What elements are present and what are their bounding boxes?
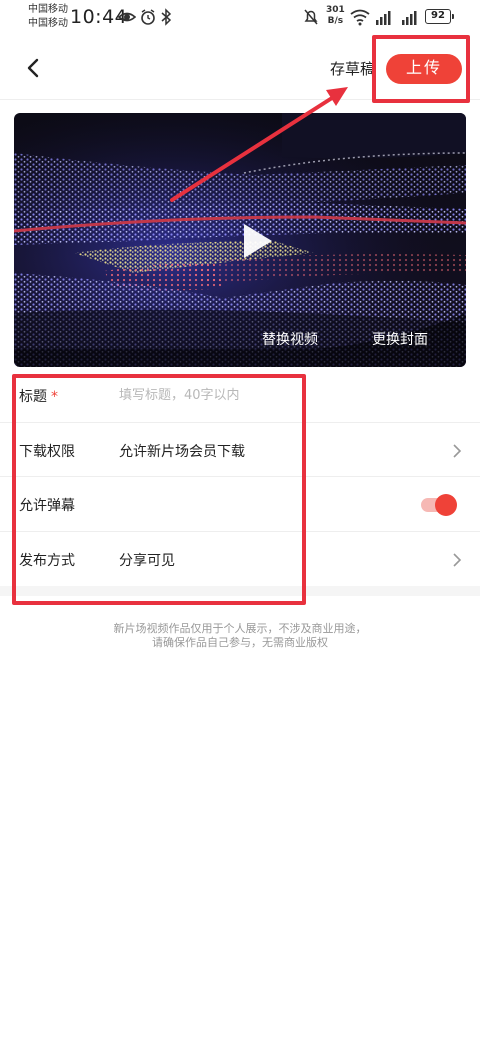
annotation-box-upload [372,35,470,103]
signal-4g-icon-1 [376,11,391,25]
replace-video-button[interactable]: 替换视频 [262,329,318,349]
mute-bell-icon [304,9,318,25]
back-arrow-icon[interactable] [18,52,48,84]
change-cover-button[interactable]: 更换封面 [372,329,428,349]
copyright-notice: 新片场视频作品仅用于个人展示，不涉及商业用途， 请确保作品自己参与，无需商业版权 [0,622,480,650]
play-icon[interactable] [236,221,276,261]
chevron-right-icon[interactable] [452,552,462,568]
network-speed-unit: B/s [327,16,344,26]
chevron-right-icon[interactable] [452,443,462,459]
copyright-notice-line-1: 新片场视频作品仅用于个人展示，不涉及商业用途， [113,622,367,635]
toggle-knob [435,494,457,516]
save-draft-button[interactable]: 存草稿 [330,58,375,79]
alarm-icon [141,9,155,25]
battery-indicator: 92 [425,9,454,24]
video-preview[interactable]: 替换视频 更换封面 [14,113,466,367]
wifi-icon [350,9,370,26]
network-speed: 301 B/s [326,5,345,27]
annotation-box-form [12,374,306,605]
copyright-notice-line-2: 请确保作品自己参与，无需商业版权 [152,636,328,649]
status-bar: 中国移动 中国移动 10:44 301 B/s 92 [0,0,480,36]
bluetooth-icon [161,8,172,26]
eye-icon [118,12,136,22]
network-speed-value: 301 [326,5,345,15]
carrier-label-2: 中国移动 [28,18,68,29]
danmaku-toggle[interactable] [421,493,459,516]
carrier-label-1: 中国移动 [28,4,68,15]
signal-4g-icon-2 [402,11,417,25]
